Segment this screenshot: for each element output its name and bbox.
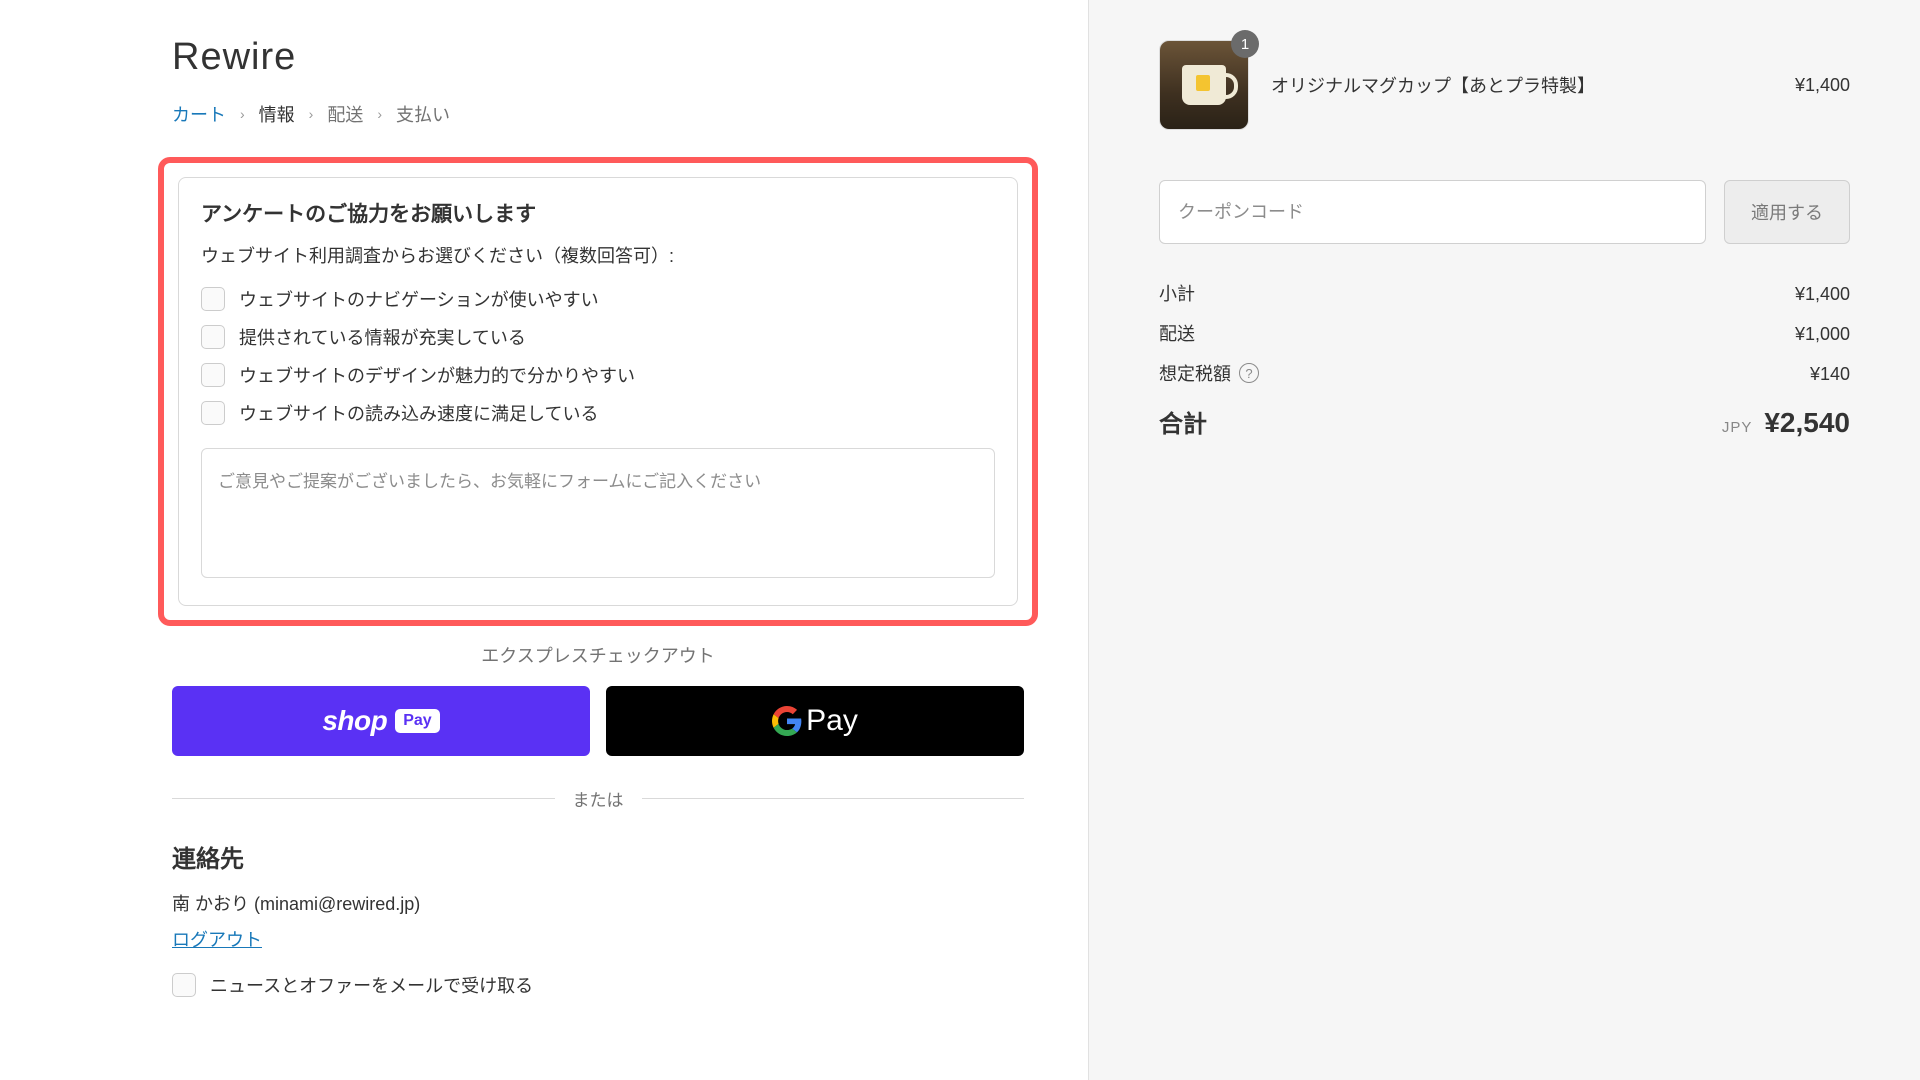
- breadcrumb-info[interactable]: 情報: [259, 101, 295, 127]
- survey-card: アンケートのご協力をお願いします ウェブサイト利用調査からお選びください（複数回…: [178, 177, 1018, 606]
- quantity-badge: 1: [1231, 30, 1259, 58]
- cart-item: 1 オリジナルマグカップ【あとプラ特製】 ¥1,400: [1159, 40, 1850, 130]
- survey-option-navigation[interactable]: ウェブサイトのナビゲーションが使いやすい: [201, 286, 995, 312]
- currency-code: JPY: [1722, 419, 1753, 436]
- store-title: Rewire: [172, 36, 1024, 79]
- breadcrumb-shipping: 配送: [327, 101, 363, 127]
- checkbox-icon[interactable]: [201, 363, 225, 387]
- cart-item-name: オリジナルマグカップ【あとプラ特製】: [1271, 72, 1773, 98]
- survey-option-label: 提供されている情報が充実している: [239, 324, 526, 350]
- shop-pay-text: shop: [322, 705, 387, 737]
- shop-pay-button[interactable]: shop Pay: [172, 686, 590, 756]
- survey-subtitle: ウェブサイト利用調査からお選びください（複数回答可）:: [201, 242, 995, 268]
- shipping-value: ¥1,000: [1795, 324, 1850, 345]
- contact-heading: 連絡先: [172, 839, 1024, 874]
- checkbox-icon[interactable]: [172, 973, 196, 997]
- survey-highlight: アンケートのご協力をお願いします ウェブサイト利用調査からお選びください（複数回…: [158, 157, 1038, 626]
- survey-feedback-textarea[interactable]: [201, 448, 995, 578]
- breadcrumb-cart[interactable]: カート: [172, 101, 226, 127]
- google-pay-text: Pay: [806, 704, 858, 738]
- chevron-right-icon: ›: [240, 106, 245, 122]
- order-summary-sidebar: 1 オリジナルマグカップ【あとプラ特製】 ¥1,400 適用する 小計 ¥1,4…: [1088, 0, 1920, 1080]
- checkbox-icon[interactable]: [201, 401, 225, 425]
- google-icon: [772, 706, 802, 736]
- logout-link[interactable]: ログアウト: [172, 926, 262, 952]
- checkbox-icon[interactable]: [201, 325, 225, 349]
- apply-coupon-button[interactable]: 適用する: [1724, 180, 1850, 244]
- total-label: 合計: [1159, 404, 1207, 439]
- subtotal-value: ¥1,400: [1795, 284, 1850, 305]
- chevron-right-icon: ›: [377, 106, 382, 122]
- cart-item-price: ¥1,400: [1795, 75, 1850, 96]
- survey-option-design[interactable]: ウェブサイトのデザインが魅力的で分かりやすい: [201, 362, 995, 388]
- google-pay-logo: Pay: [772, 704, 858, 738]
- coupon-input[interactable]: [1159, 180, 1706, 244]
- breadcrumb-payment: 支払い: [396, 101, 450, 127]
- breadcrumb: カート › 情報 › 配送 › 支払い: [172, 101, 1024, 127]
- help-icon[interactable]: ?: [1239, 363, 1259, 383]
- newsletter-row[interactable]: ニュースとオファーをメールで受け取る: [172, 972, 1024, 998]
- survey-option-info[interactable]: 提供されている情報が充実している: [201, 324, 995, 350]
- express-checkout-label: エクスプレスチェックアウト: [172, 642, 1024, 668]
- cart-item-thumbnail: 1: [1159, 40, 1249, 130]
- divider: または: [172, 786, 1024, 811]
- survey-option-label: ウェブサイトの読み込み速度に満足している: [239, 400, 598, 426]
- newsletter-label: ニュースとオファーをメールで受け取る: [210, 972, 533, 998]
- total-value: ¥2,540: [1764, 407, 1850, 439]
- contact-name-email: 南 かおり (minami@rewired.jp): [172, 890, 1024, 916]
- checkbox-icon[interactable]: [201, 287, 225, 311]
- shop-pay-logo: shop Pay: [322, 705, 439, 737]
- shop-pay-badge: Pay: [395, 709, 439, 733]
- survey-option-label: ウェブサイトのナビゲーションが使いやすい: [239, 286, 599, 312]
- shipping-label: 配送: [1159, 320, 1195, 346]
- divider-text: または: [573, 786, 624, 811]
- google-pay-button[interactable]: Pay: [606, 686, 1024, 756]
- survey-option-label: ウェブサイトのデザインが魅力的で分かりやすい: [239, 362, 635, 388]
- subtotal-label: 小計: [1159, 280, 1195, 306]
- chevron-right-icon: ›: [309, 106, 314, 122]
- tax-label: 想定税額: [1159, 360, 1231, 386]
- tax-value: ¥140: [1810, 364, 1850, 385]
- survey-title: アンケートのご協力をお願いします: [201, 198, 995, 228]
- survey-option-speed[interactable]: ウェブサイトの読み込み速度に満足している: [201, 400, 995, 426]
